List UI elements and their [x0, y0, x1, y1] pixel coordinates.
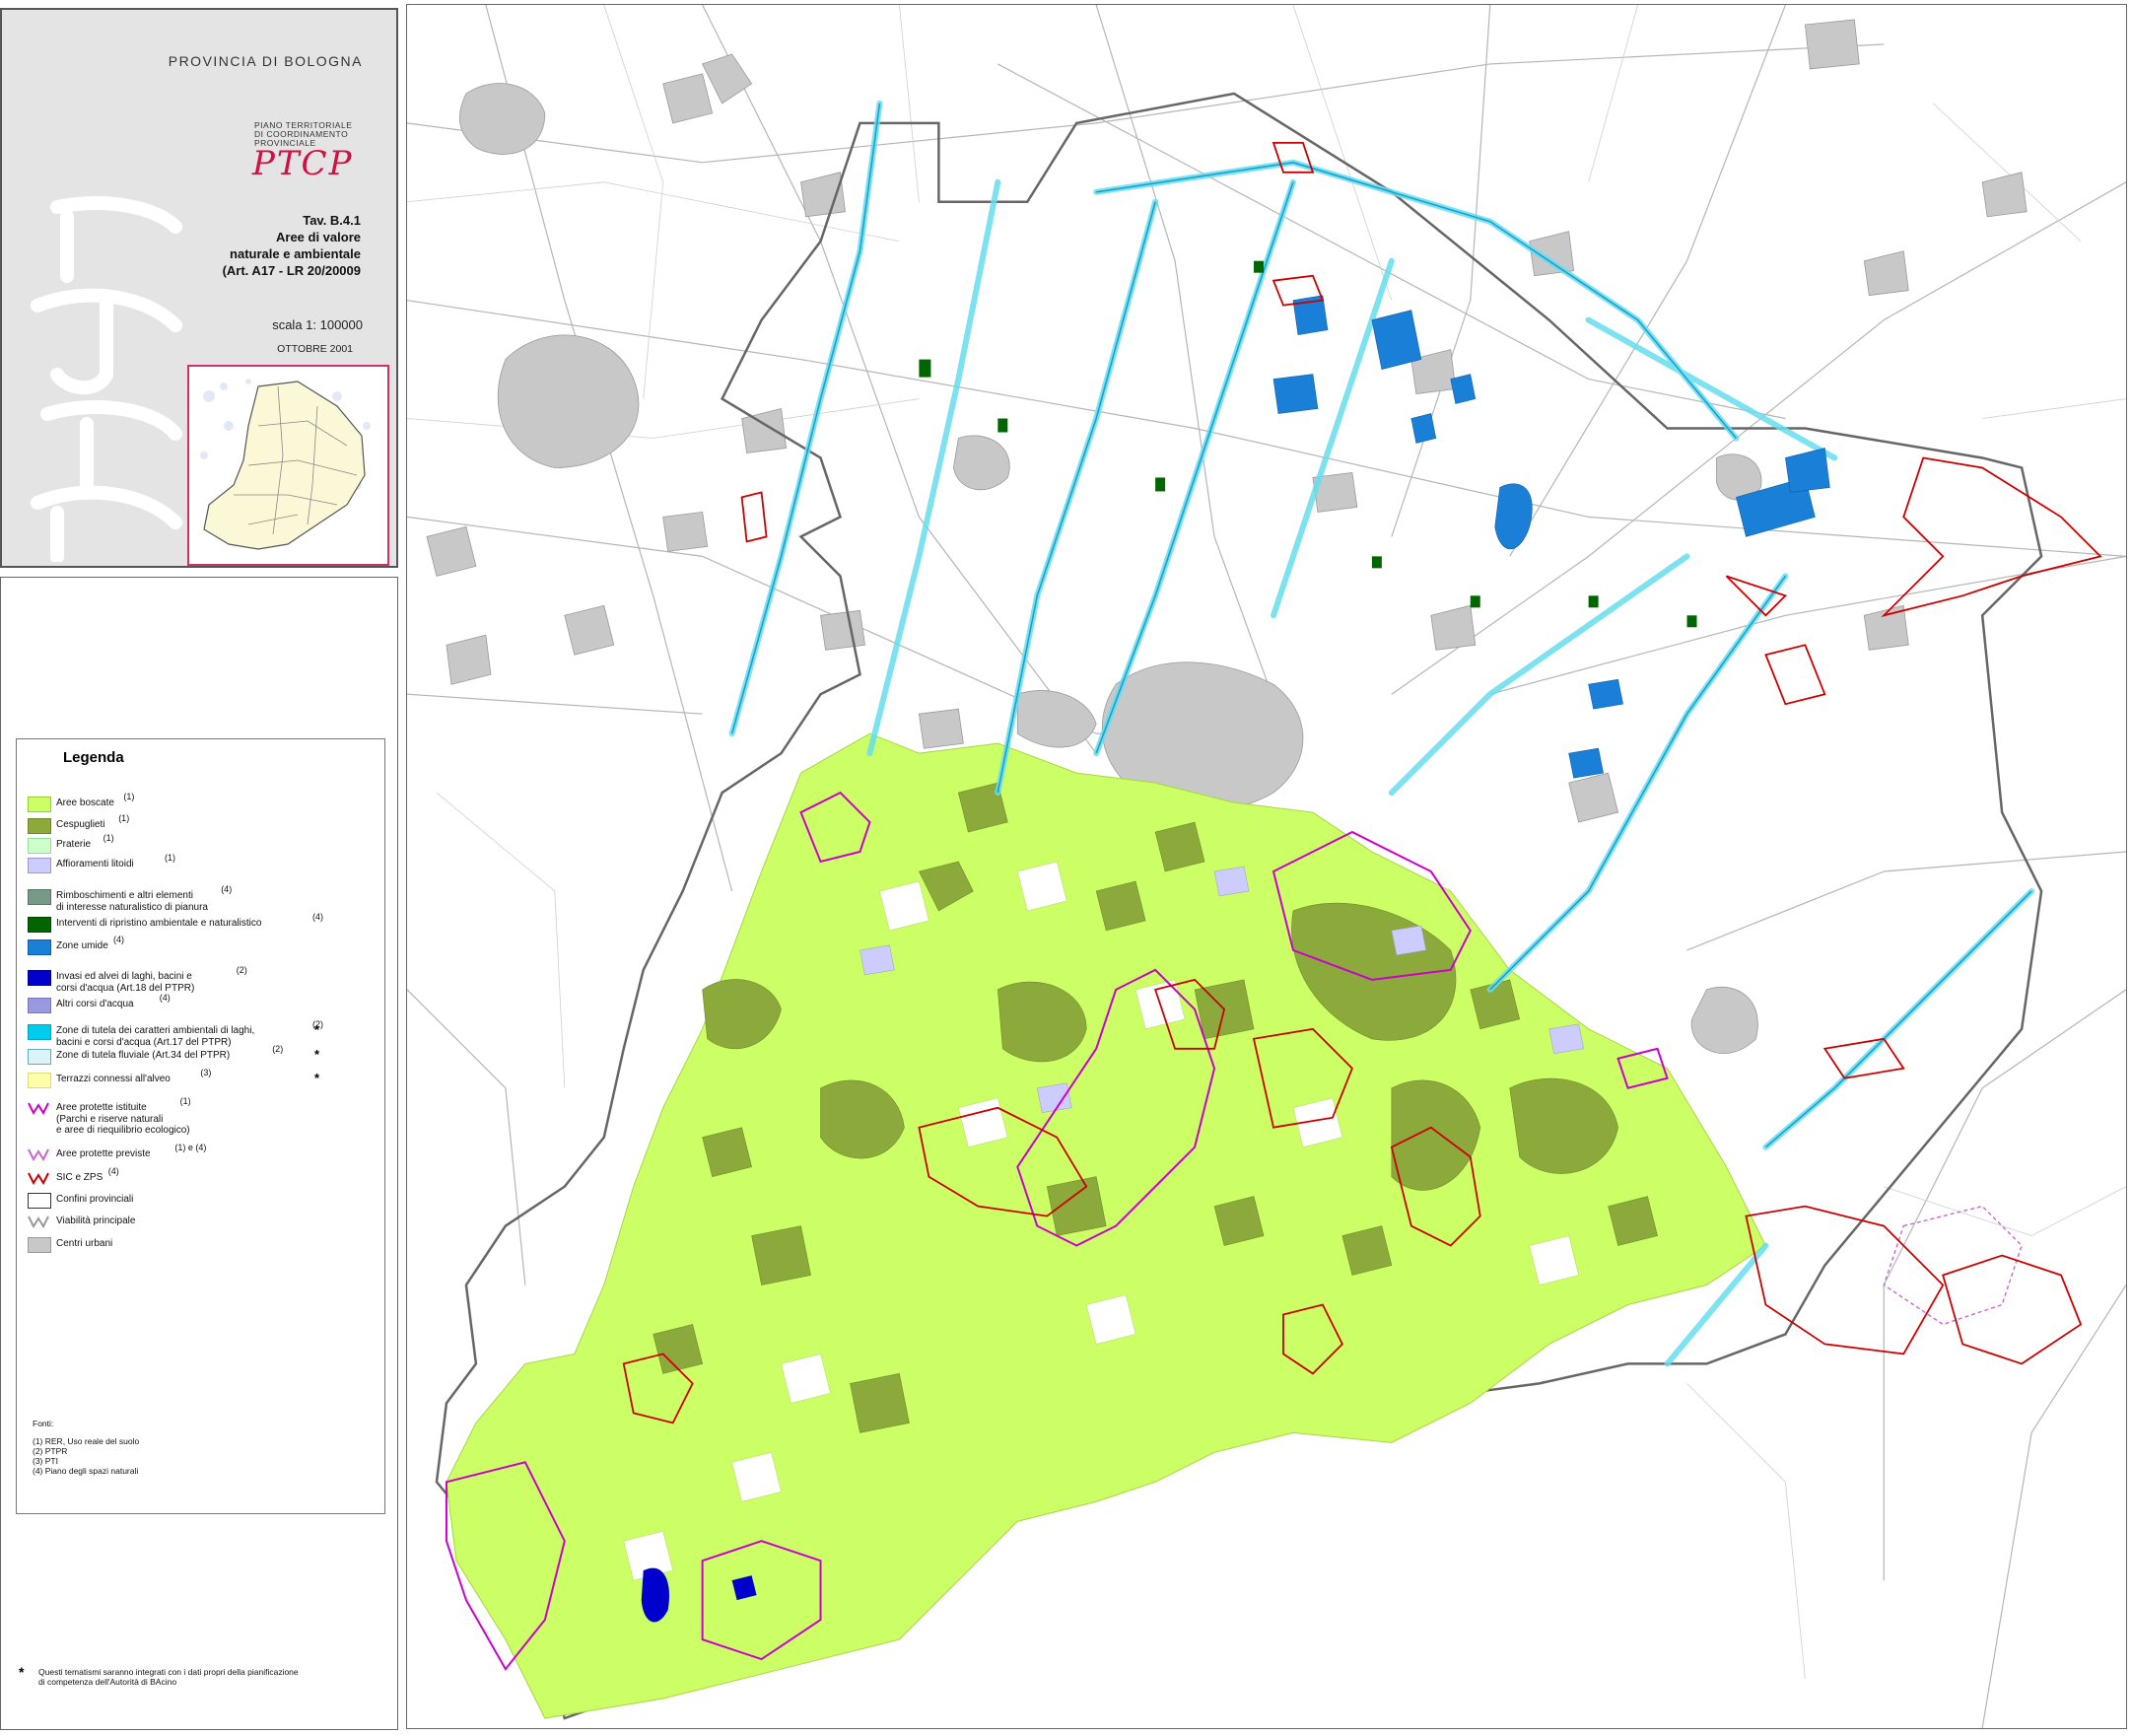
title-panel: PROVINCIA DI BOLOGNA PIANO TERRITORIALE …	[0, 8, 398, 568]
legend-label: Aree protette istituite (Parchi e riserv…	[56, 1102, 190, 1136]
legend-label: Zone umide	[56, 940, 108, 951]
legend-swatch	[28, 1024, 51, 1040]
legend-note: (4)	[107, 1166, 119, 1176]
legend-label: Terrazzi connessi all'alveo	[56, 1074, 171, 1084]
legend-swatch	[28, 1147, 49, 1162]
legend-label: Zone di tutela dei caratteri ambientali …	[56, 1025, 255, 1048]
legend-label: Praterie	[56, 839, 92, 850]
legend-label: Aree boscate	[56, 798, 114, 808]
table-title-line: (Art. A17 - LR 20/20009	[222, 263, 361, 278]
legend-star: *	[314, 1022, 320, 1037]
legend-swatch	[28, 1073, 51, 1088]
legend-box: Legenda Aree boscate (1) Cespuglieti (1) Pra…	[16, 738, 385, 1514]
legend-note: (4)	[312, 912, 323, 922]
legend-note: (1) e (4)	[174, 1143, 207, 1152]
legend-swatch	[28, 818, 51, 834]
legend-label: Aree protette previste	[56, 1148, 151, 1159]
legend-panel: Legenda Aree boscate (1) Cespuglieti (1) Pra…	[0, 577, 398, 1730]
map-scale: scala 1: 100000	[272, 317, 363, 332]
legend-swatch	[28, 970, 51, 986]
province-name: PROVINCIA DI BOLOGNA	[168, 53, 363, 69]
legend-note: (1)	[118, 813, 130, 823]
legend-swatch	[28, 939, 51, 955]
legend-label: Invasi ed alvei di laghi, bacini e corsi…	[56, 971, 195, 994]
legend-label: Altri corsi d'acqua	[56, 999, 134, 1009]
map-canvas	[407, 5, 2126, 1728]
legend-label: Cespuglieti	[56, 819, 105, 830]
legend-star: *	[314, 1071, 320, 1085]
table-title-line: naturale e ambientale	[230, 246, 361, 261]
legend-note: (3)	[200, 1068, 212, 1077]
source-item: (2) PTPR	[33, 1446, 68, 1456]
footnote: Questi tematismi saranno integrati con i…	[38, 1667, 299, 1687]
legend-title: Legenda	[63, 749, 124, 766]
legend-swatch	[28, 1171, 49, 1186]
legend-swatch	[28, 1215, 49, 1229]
legend-label: Interventi di ripristino ambientale e na…	[56, 918, 262, 929]
legend-note: (1)	[103, 833, 114, 843]
legend-swatch	[28, 1049, 51, 1065]
table-title-line: Tav. B.4.1	[303, 213, 361, 228]
table-title-line: Aree di valore	[276, 230, 361, 244]
map-date: OTTOBRE 2001	[277, 343, 353, 355]
legend-label: Viabilità principale	[56, 1215, 136, 1226]
legend-note: (1)	[179, 1096, 191, 1106]
legend-label: Rimboschimenti e altri elementi di inter…	[56, 890, 208, 913]
legend-note: (2)	[272, 1044, 284, 1054]
legend-label: Centri urbani	[56, 1238, 113, 1249]
source-item: (4) Piano degli spazi naturali	[33, 1466, 139, 1476]
legend-swatch	[28, 889, 51, 905]
legend-swatch	[28, 1101, 49, 1116]
footnote-star: *	[19, 1664, 25, 1680]
legend-label: Zone di tutela fluviale (Art.34 del PTPR…	[56, 1050, 231, 1061]
legend-star: *	[314, 1047, 320, 1062]
legend-note: (4)	[221, 884, 233, 894]
legend-note: (1)	[165, 853, 175, 863]
legend-sources: Fonti: (1) RER, Uso reale del suolo (2) …	[33, 1419, 139, 1476]
legend-note: (4)	[159, 993, 171, 1003]
inset-locator-map	[187, 365, 389, 566]
source-item: (3) PTI	[33, 1456, 58, 1466]
legend-note: (2)	[236, 965, 247, 975]
map-frame	[406, 4, 2127, 1729]
legend-label: Affioramenti litoidi	[56, 859, 134, 869]
legend-swatch	[28, 1237, 51, 1253]
ptcp-logo: PTCP	[252, 144, 354, 183]
legend-note: (1)	[123, 792, 135, 801]
source-item: (1) RER, Uso reale del suolo	[33, 1436, 140, 1446]
table-title: Tav. B.4.1 Aree di valore naturale e amb…	[223, 212, 361, 279]
ptcp-watermark-logo	[31, 196, 182, 562]
legend-swatch	[28, 917, 51, 933]
legend-label: Confini provinciali	[56, 1194, 134, 1205]
sources-title: Fonti:	[33, 1419, 54, 1428]
legend-swatch	[28, 1193, 51, 1209]
legend-swatch	[28, 797, 51, 812]
legend-swatch	[28, 838, 51, 854]
legend-label: SIC e ZPS	[56, 1172, 103, 1183]
legend-swatch	[28, 998, 51, 1013]
legend-note: (4)	[113, 935, 124, 944]
legend-swatch	[28, 858, 51, 873]
